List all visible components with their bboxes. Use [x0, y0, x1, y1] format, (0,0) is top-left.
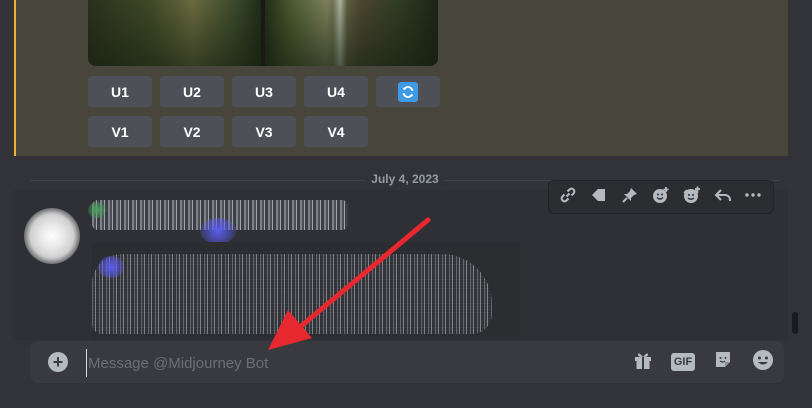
reply-button[interactable] — [709, 183, 737, 211]
reply-icon — [713, 185, 733, 210]
reroll-button[interactable] — [376, 76, 440, 107]
message-hover-toolbar — [548, 180, 774, 214]
upscale-button-3[interactable]: U3 — [232, 76, 296, 107]
upscale-button-1[interactable]: U1 — [88, 76, 152, 107]
generated-image-grid[interactable] — [88, 0, 438, 66]
chat-scrollbar-thumb[interactable] — [792, 312, 798, 334]
apply-tag-button[interactable] — [585, 183, 613, 211]
tag-icon — [589, 185, 609, 210]
more-icon — [743, 185, 763, 210]
add-icon: + — [52, 352, 64, 372]
midjourney-message: U1 U2 U3 U4 V1 V2 V3 V4 — [14, 0, 788, 156]
obscured-text — [92, 254, 492, 334]
upscale-button-row: U1 U2 U3 U4 — [88, 76, 440, 107]
variation-button-row: V1 V2 V3 V4 — [88, 116, 368, 147]
upscale-button-2[interactable]: U2 — [160, 76, 224, 107]
variation-button-1[interactable]: V1 — [88, 116, 152, 147]
avatar[interactable] — [24, 208, 80, 264]
link-icon — [558, 185, 578, 210]
copy-link-button[interactable] — [554, 183, 582, 211]
obscured-message-content — [92, 242, 520, 338]
obscured-embed-icon — [98, 256, 124, 278]
pin-button[interactable] — [616, 183, 644, 211]
pin-icon — [620, 185, 640, 210]
variation-button-3[interactable]: V3 — [232, 116, 296, 147]
obscured-emoji — [200, 218, 236, 244]
add-super-reaction-icon — [682, 185, 702, 210]
obscured-role-color — [88, 202, 106, 218]
add-super-reaction-button[interactable] — [678, 183, 706, 211]
upscale-button-4[interactable]: U4 — [304, 76, 368, 107]
variation-button-4[interactable]: V4 — [304, 116, 368, 147]
message-composer: + GIF — [30, 341, 784, 383]
date-divider-label: July 4, 2023 — [365, 172, 445, 186]
sticker-icon — [712, 349, 734, 376]
emoji-button[interactable] — [750, 349, 776, 375]
emoji-icon — [752, 349, 774, 376]
gift-icon — [632, 349, 654, 376]
variation-button-2[interactable]: V2 — [160, 116, 224, 147]
composer-actions: GIF — [630, 341, 776, 383]
reroll-icon — [398, 81, 418, 102]
upload-button[interactable]: + — [48, 352, 68, 372]
sticker-button[interactable] — [710, 349, 736, 375]
more-options-button[interactable] — [739, 183, 767, 211]
add-reaction-button[interactable] — [647, 183, 675, 211]
discord-chat-view: U1 U2 U3 U4 V1 V2 V3 V4 July 4, 2023 + M… — [0, 0, 812, 408]
add-reaction-icon — [651, 185, 671, 210]
image-grid-divider — [261, 0, 265, 66]
message-input[interactable] — [86, 349, 620, 377]
gif-button[interactable]: GIF — [670, 349, 696, 375]
gif-icon: GIF — [671, 353, 695, 371]
send-gift-button[interactable] — [630, 349, 656, 375]
